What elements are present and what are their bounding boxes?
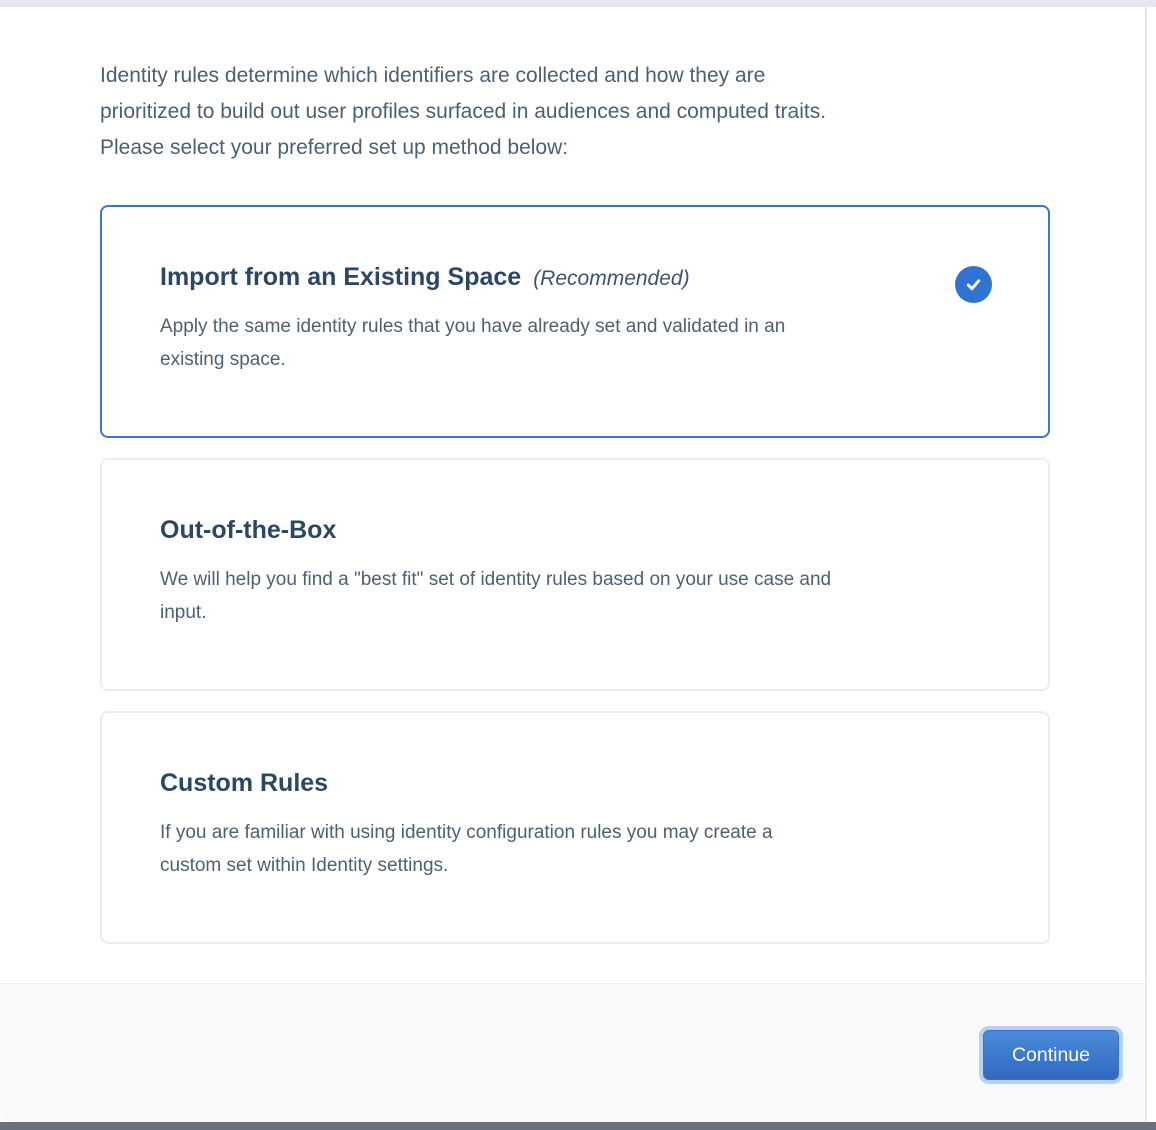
description-line: If you are familiar with using identity … bbox=[160, 816, 938, 849]
option-description: If you are familiar with using identity … bbox=[160, 816, 938, 882]
intro-line: prioritized to build out user profiles s… bbox=[100, 94, 1080, 130]
card-title-row: Out-of-the-Box bbox=[160, 514, 938, 546]
option-title: Custom Rules bbox=[160, 767, 328, 799]
intro-line: Identity rules determine which identifie… bbox=[100, 58, 1080, 94]
card-title-row: Custom Rules bbox=[160, 767, 938, 799]
option-description: Apply the same identity rules that you h… bbox=[160, 310, 938, 376]
continue-button[interactable]: Continue bbox=[983, 1030, 1119, 1080]
option-card-import-existing-space[interactable]: Import from an Existing Space (Recommend… bbox=[100, 205, 1050, 438]
check-icon bbox=[963, 274, 984, 295]
option-card-custom-rules[interactable]: Custom Rules If you are familiar with us… bbox=[100, 711, 1050, 944]
description-line: input. bbox=[160, 596, 938, 629]
recommended-badge: (Recommended) bbox=[533, 267, 689, 291]
selected-check-icon bbox=[955, 266, 992, 303]
page-top-edge bbox=[0, 0, 1156, 7]
intro-line: Please select your preferred set up meth… bbox=[100, 130, 1080, 166]
description-line: existing space. bbox=[160, 343, 938, 376]
intro-text: Identity rules determine which identifie… bbox=[100, 58, 1080, 166]
modal-footer: Continue bbox=[0, 983, 1145, 1122]
option-title: Import from an Existing Space bbox=[160, 261, 521, 293]
card-title-row: Import from an Existing Space (Recommend… bbox=[160, 261, 938, 293]
description-line: Apply the same identity rules that you h… bbox=[160, 310, 938, 343]
option-card-out-of-the-box[interactable]: Out-of-the-Box We will help you find a "… bbox=[100, 458, 1050, 691]
option-description: We will help you find a "best fit" set o… bbox=[160, 563, 938, 629]
description-line: custom set within Identity settings. bbox=[160, 849, 938, 882]
page-bottom-edge bbox=[0, 1122, 1156, 1130]
option-title: Out-of-the-Box bbox=[160, 514, 336, 546]
identity-setup-modal: Identity rules determine which identifie… bbox=[0, 7, 1147, 1122]
setup-method-options: Import from an Existing Space (Recommend… bbox=[100, 205, 1050, 944]
modal-body: Identity rules determine which identifie… bbox=[0, 7, 1145, 983]
description-line: We will help you find a "best fit" set o… bbox=[160, 563, 938, 596]
